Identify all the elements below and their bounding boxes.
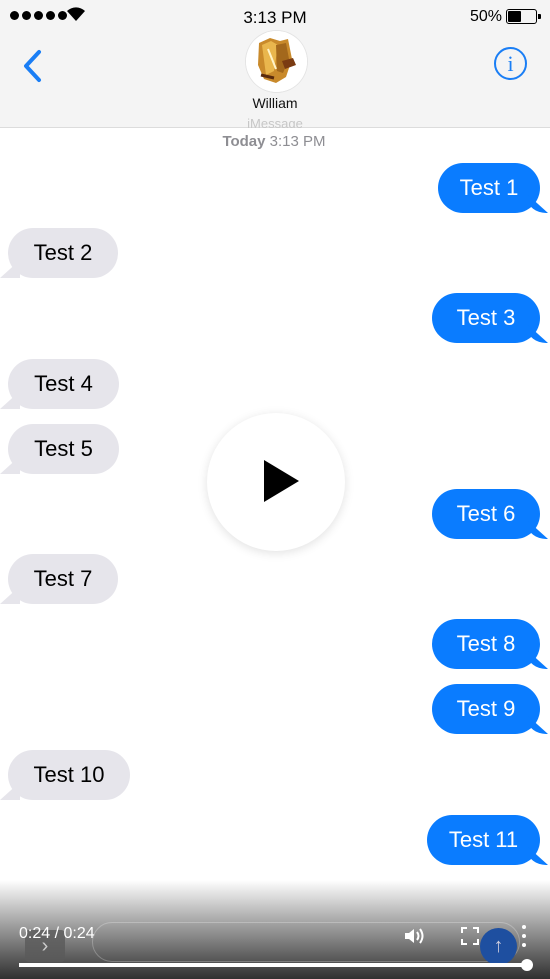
message-bubble-outgoing[interactable]: Test 11	[427, 815, 540, 865]
message-bubble-incoming[interactable]: Test 2	[8, 228, 118, 278]
back-button[interactable]	[16, 46, 50, 86]
message-bubble-incoming[interactable]: Test 10	[8, 750, 130, 800]
volume-button[interactable]	[403, 926, 427, 946]
battery-percentage: 50%	[469, 8, 502, 25]
message-bubble-incoming[interactable]: Test 7	[8, 554, 118, 604]
message-timestamp: Today 3:13 PM	[0, 133, 548, 150]
video-progress-thumb[interactable]	[521, 959, 533, 971]
contact-photo	[246, 31, 307, 92]
send-arrow-icon: ↑	[480, 928, 517, 965]
status-bar: 3:13 PM 50%	[0, 0, 550, 34]
compose-field-background	[92, 922, 520, 962]
contact-name: William	[252, 95, 298, 111]
status-time: 3:13 PM	[243, 8, 307, 27]
message-bubble-outgoing[interactable]: Test 1	[438, 163, 540, 213]
play-icon	[264, 460, 299, 502]
video-progress-bar[interactable]	[19, 959, 533, 971]
message-bubble-outgoing[interactable]: Test 8	[432, 619, 540, 669]
service-label: iMessage	[247, 116, 303, 128]
more-vertical-icon	[522, 925, 526, 929]
timestamp-day: Today	[222, 133, 266, 150]
volume-icon	[405, 928, 424, 944]
message-bubble-outgoing[interactable]: Test 9	[432, 684, 540, 734]
message-bubble-incoming[interactable]: Test 4	[8, 359, 119, 409]
video-progress-fill	[19, 963, 527, 967]
chevron-left-icon	[24, 50, 41, 82]
message-bubble-incoming[interactable]: Test 5	[8, 424, 119, 474]
info-icon: i	[507, 50, 514, 76]
message-bubble-outgoing[interactable]: Test 6	[432, 489, 540, 539]
fullscreen-button[interactable]	[461, 927, 479, 945]
play-button[interactable]	[207, 413, 345, 551]
video-time-display: 0:24 / 0:24	[19, 925, 95, 942]
fullscreen-icon	[461, 927, 467, 933]
contact-avatar[interactable]	[246, 31, 307, 92]
timestamp-time: 3:13 PM	[269, 133, 326, 150]
message-bubble-outgoing[interactable]: Test 3	[432, 293, 540, 343]
info-button[interactable]: i	[494, 47, 527, 80]
battery-icon	[506, 9, 541, 24]
more-options-button[interactable]	[519, 925, 529, 947]
